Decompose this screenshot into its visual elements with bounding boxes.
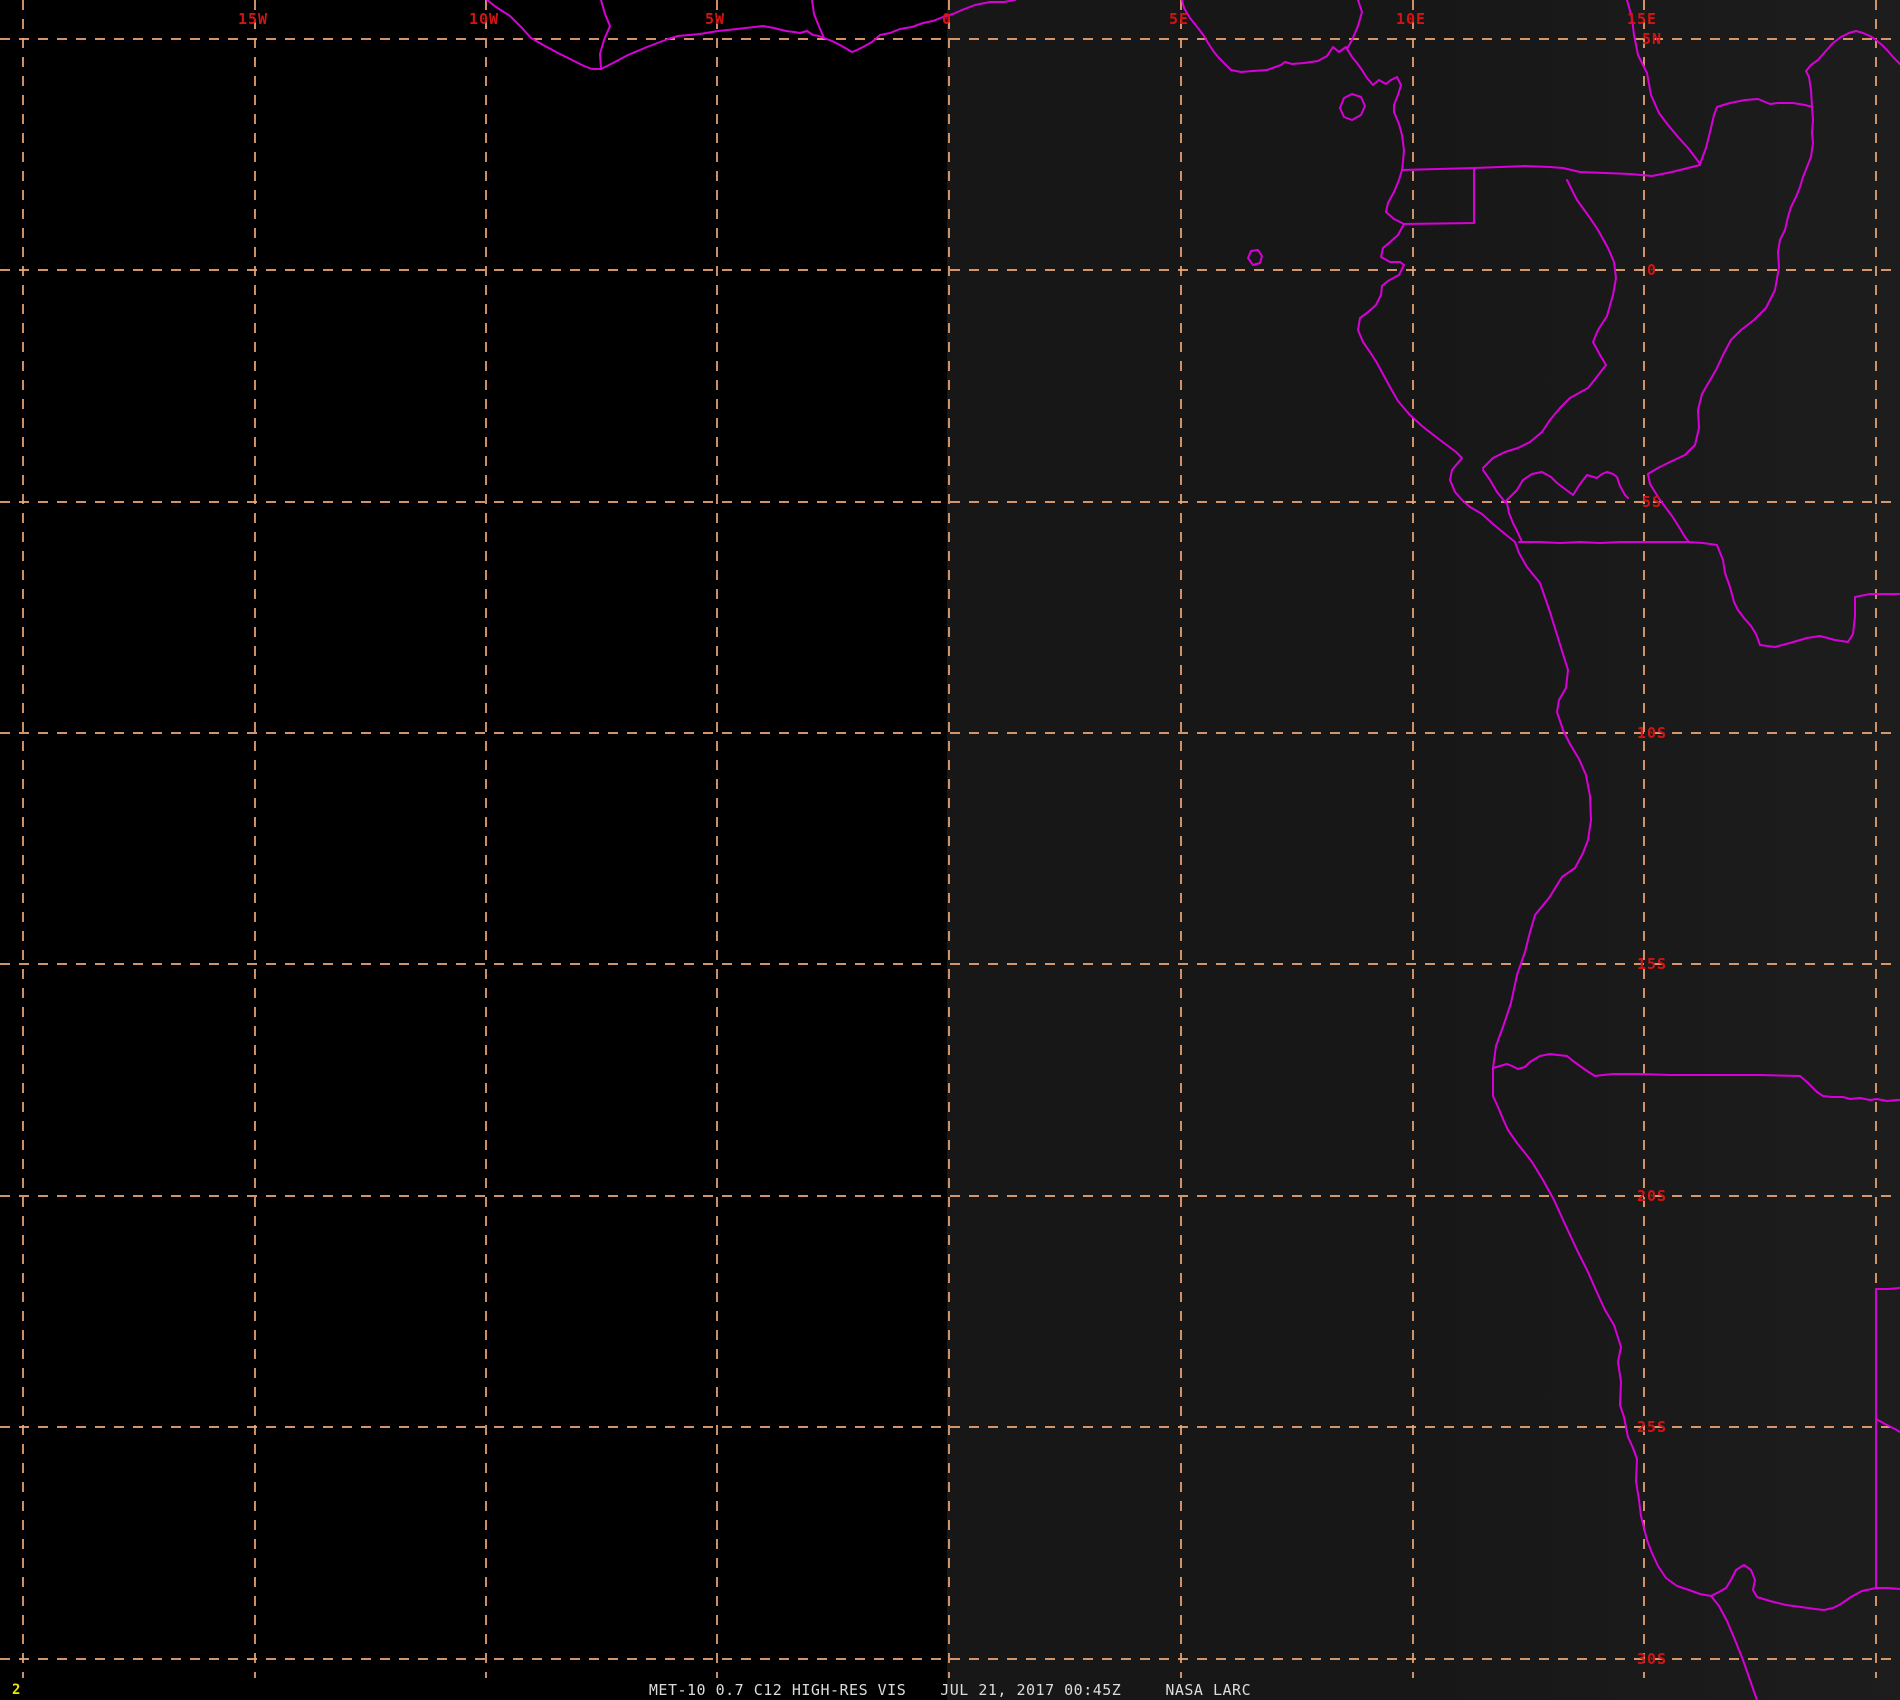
coast-gulf-to-orange <box>1181 0 1758 1700</box>
frame-number: 2 <box>12 1682 21 1698</box>
border-cameroon-south <box>1473 164 1701 177</box>
border-ghana-stub <box>599 0 611 70</box>
island-bioko <box>1339 93 1366 121</box>
longitude-label: 10E <box>1395 10 1427 28</box>
longitude-label: 10W <box>468 10 500 28</box>
longitude-label: 5W <box>704 10 726 28</box>
border-congo-car <box>1699 98 1813 165</box>
border-namibia-angola <box>1492 1053 1900 1102</box>
border-angola-drc <box>1518 541 1900 648</box>
coast-west-africa <box>486 0 1016 70</box>
latitude-label: 30S <box>1636 1650 1668 1668</box>
caption-source: NASA LARC <box>1165 1681 1252 1699</box>
latitude-label: 10S <box>1636 724 1668 742</box>
border-nigeria-cameroon <box>1346 0 1363 50</box>
latitude-label: 5N <box>1641 30 1663 48</box>
border-cabinda-north <box>1482 469 1629 503</box>
map-svg <box>0 0 1900 1700</box>
longitude-label: 0 <box>941 10 953 28</box>
border-orange-river <box>1710 1564 1900 1611</box>
caption-datetime: JUL 21, 2017 00:45Z <box>940 1681 1122 1699</box>
latitude-label: 25S <box>1636 1418 1668 1436</box>
caption-instrument: MET-10 0.7 C12 HIGH-RES VIS <box>648 1681 907 1699</box>
border-ubangi-arch <box>1805 30 1900 108</box>
island-sao-tome <box>1247 249 1263 266</box>
latitude-label: 5S <box>1641 493 1663 511</box>
longitude-label: 15W <box>237 10 269 28</box>
coastline-layer <box>486 0 1900 1700</box>
latitude-label: 20S <box>1636 1187 1668 1205</box>
border-molopo-stub <box>1875 1418 1900 1433</box>
satellite-image-viewport: 15W 10W 5W 0 5E 10E 15E 5N 0 5S 10S 15S 20S 25S 30S ME… <box>0 0 1900 1700</box>
border-gabon-congo <box>1482 179 1617 469</box>
longitude-label: 15E <box>1626 10 1658 28</box>
border-22s-stub <box>1875 1287 1900 1290</box>
image-caption: MET-10 0.7 C12 HIGH-RES VIS JUL 21, 2017… <box>0 1681 1900 1699</box>
border-togo-stub <box>811 0 825 39</box>
latitude-label: 0 <box>1646 261 1658 279</box>
longitude-label: 5E <box>1168 10 1190 28</box>
latitude-label: 15S <box>1636 955 1668 973</box>
grid-layer <box>0 0 1900 1678</box>
